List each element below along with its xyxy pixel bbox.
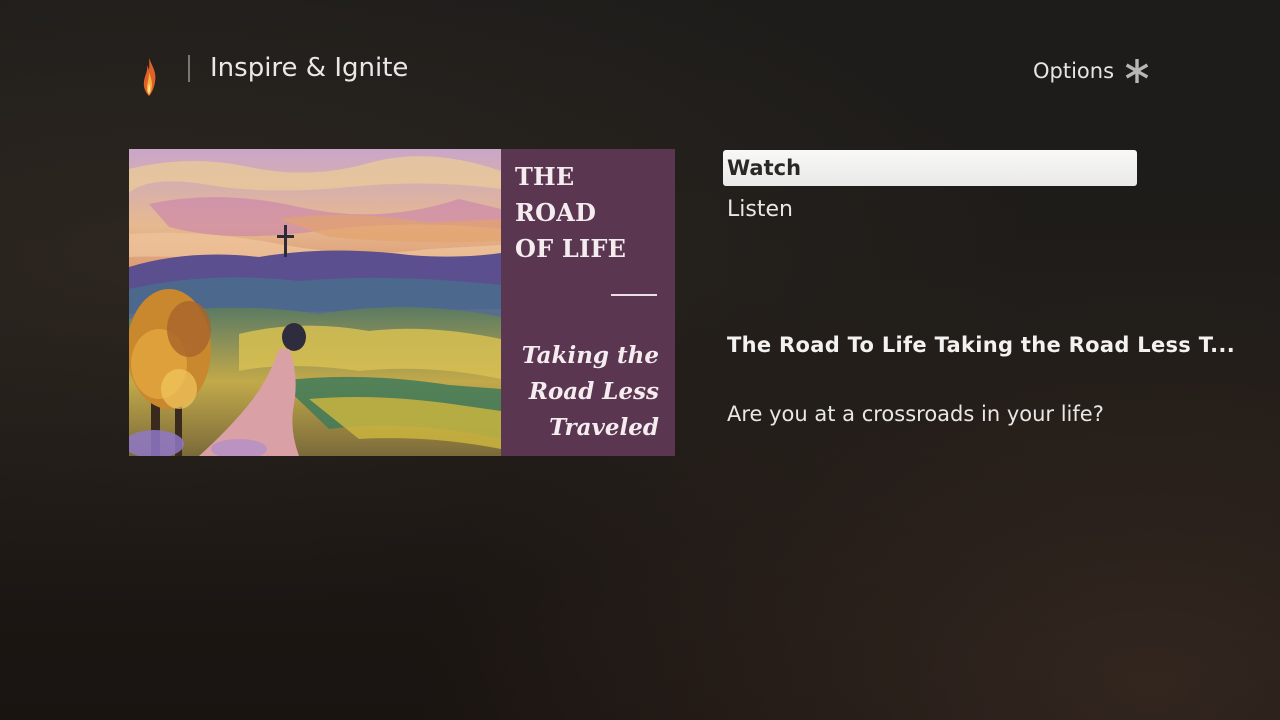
artwork-subtitle-line: Road Less xyxy=(528,378,659,405)
options-button[interactable]: Options xyxy=(1033,55,1150,87)
artwork-subtitle-line: Taking the xyxy=(521,342,659,369)
episode-artwork: THE ROAD OF LIFE Taking the Road Less Tr… xyxy=(129,149,675,456)
artwork-title-line: ROAD xyxy=(515,198,597,227)
listen-button[interactable]: Listen xyxy=(723,192,1137,228)
artwork-subtitle: Taking the Road Less Traveled xyxy=(522,338,659,446)
options-label: Options xyxy=(1033,59,1115,83)
asterisk-icon xyxy=(1125,59,1149,83)
artwork-subtitle-line: Traveled xyxy=(549,414,659,441)
artwork-title-line: OF LIFE xyxy=(515,234,627,263)
landscape-painting-image xyxy=(129,149,501,456)
artwork-title-line: THE xyxy=(515,162,575,191)
artwork-title: THE ROAD OF LIFE xyxy=(515,159,659,267)
episode-description: Are you at a crossroads in your life? xyxy=(727,402,1104,426)
flame-icon xyxy=(143,58,156,96)
watch-button[interactable]: Watch xyxy=(723,150,1137,186)
artwork-title-panel: THE ROAD OF LIFE Taking the Road Less Tr… xyxy=(501,149,675,456)
artwork-divider xyxy=(611,294,657,296)
app-title: Inspire & Ignite xyxy=(210,53,409,83)
header-divider xyxy=(188,55,190,82)
action-menu: Watch Listen xyxy=(723,150,1137,228)
episode-title: The Road To Life Taking the Road Less T.… xyxy=(727,333,1235,357)
